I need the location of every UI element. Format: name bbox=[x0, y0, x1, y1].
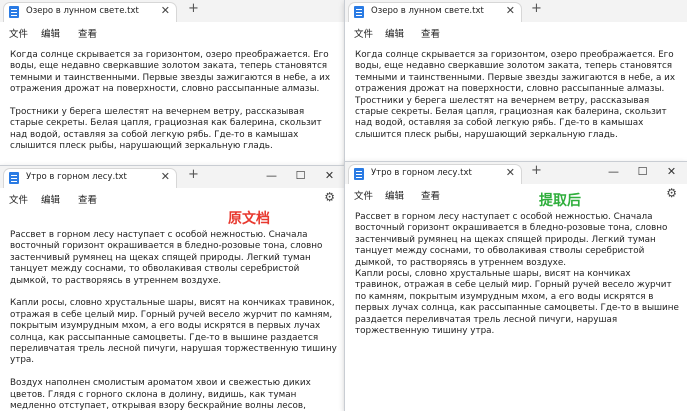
settings-gear-icon[interactable]: ⚙ bbox=[324, 190, 335, 204]
notepad-file-icon bbox=[9, 172, 19, 184]
menu-bar: 文件 编辑 查看 bbox=[0, 22, 345, 42]
menu-bar: 文件 编辑 查看 bbox=[345, 22, 687, 42]
close-tab-icon[interactable]: ✕ bbox=[161, 4, 170, 17]
menu-edit[interactable]: 编辑 bbox=[41, 26, 60, 40]
notepad-window-bottom-right: Утро в горном лесу.txt ✕ + — ☐ ✕ 文件 编辑 查… bbox=[345, 162, 687, 411]
minimize-icon[interactable]: — bbox=[257, 166, 286, 188]
paragraph: Когда солнце скрывается за горизонтом, о… bbox=[10, 50, 331, 95]
menu-file[interactable]: 文件 bbox=[9, 26, 28, 40]
document-tab[interactable]: Озеро в лунном свете.txt ✕ bbox=[349, 3, 521, 22]
notepad-window-top-left: Озеро в лунном свете.txt ✕ + 文件 编辑 查看 Ко… bbox=[0, 0, 345, 170]
menu-bar: 文件 编辑 查看 ⚙ bbox=[345, 184, 687, 204]
title-bar[interactable]: Утро в горном лесу.txt ✕ + — ☐ ✕ bbox=[345, 162, 687, 184]
menu-view[interactable]: 查看 bbox=[78, 192, 97, 206]
document-tab[interactable]: Озеро в лунном свете.txt ✕ bbox=[4, 3, 176, 22]
paragraph: Тростники у берега шелестят на вечернем … bbox=[355, 95, 667, 140]
menu-file[interactable]: 文件 bbox=[354, 26, 373, 40]
document-tab[interactable]: Утро в горном лесу.txt ✕ bbox=[4, 169, 176, 188]
paragraph: Рассвет в горном лесу наступает с особой… bbox=[10, 230, 323, 286]
menu-edit[interactable]: 编辑 bbox=[41, 192, 60, 206]
window-controls: — ☐ ✕ bbox=[599, 162, 687, 184]
paragraph: Капли росы, словно хрустальные шары, вис… bbox=[10, 298, 337, 366]
close-tab-icon[interactable]: ✕ bbox=[506, 166, 515, 179]
notepad-file-icon bbox=[9, 6, 19, 18]
close-tab-icon[interactable]: ✕ bbox=[161, 170, 170, 183]
tab-title: Озеро в лунном свете.txt bbox=[371, 6, 484, 16]
close-window-icon[interactable]: ✕ bbox=[657, 162, 686, 184]
maximize-icon[interactable]: ☐ bbox=[286, 166, 315, 188]
notepad-file-icon bbox=[354, 6, 364, 18]
title-bar[interactable]: Озеро в лунном свете.txt ✕ + bbox=[345, 0, 687, 22]
settings-gear-icon[interactable]: ⚙ bbox=[666, 186, 677, 200]
menu-view[interactable]: 查看 bbox=[421, 188, 440, 202]
new-tab-icon[interactable]: + bbox=[531, 163, 542, 178]
menu-file[interactable]: 文件 bbox=[9, 192, 28, 206]
new-tab-icon[interactable]: + bbox=[188, 167, 199, 182]
notepad-file-icon bbox=[354, 168, 364, 180]
close-tab-icon[interactable]: ✕ bbox=[506, 4, 515, 17]
tab-title: Утро в горном лесу.txt bbox=[371, 168, 472, 178]
tab-title: Утро в горном лесу.txt bbox=[26, 172, 127, 182]
paragraph: Когда солнце скрывается за горизонтом, о… bbox=[355, 50, 676, 95]
new-tab-icon[interactable]: + bbox=[531, 1, 542, 16]
menu-view[interactable]: 查看 bbox=[78, 26, 97, 40]
menu-edit[interactable]: 编辑 bbox=[385, 26, 404, 40]
text-editor[interactable]: Когда солнце скрывается за горизонтом, о… bbox=[0, 44, 345, 170]
menu-edit[interactable]: 编辑 bbox=[385, 188, 404, 202]
close-window-icon[interactable]: ✕ bbox=[315, 166, 344, 188]
tab-title: Озеро в лунном свете.txt bbox=[26, 6, 139, 16]
paragraph: Рассвет в горном лесу наступает с особой… bbox=[355, 212, 668, 268]
document-tab[interactable]: Утро в горном лесу.txt ✕ bbox=[349, 165, 521, 184]
paragraph: Капли росы, словно хрустальные шары, вис… bbox=[355, 269, 679, 337]
menu-view[interactable]: 查看 bbox=[421, 26, 440, 40]
notepad-window-top-right: Озеро в лунном свете.txt ✕ + 文件 编辑 查看 Ко… bbox=[345, 0, 687, 170]
menu-file[interactable]: 文件 bbox=[354, 188, 373, 202]
paragraph: Воздух наполнен смолистым ароматом хвои … bbox=[10, 378, 311, 411]
notepad-window-bottom-left: Утро в горном лесу.txt ✕ + — ☐ ✕ 文件 编辑 查… bbox=[0, 166, 345, 411]
text-editor[interactable]: Рассвет в горном лесу наступает с особой… bbox=[0, 224, 345, 411]
title-bar[interactable]: Озеро в лунном свете.txt ✕ + bbox=[0, 0, 345, 22]
paragraph: Тростники у берега шелестят на вечернем … bbox=[10, 107, 322, 152]
title-bar[interactable]: Утро в горном лесу.txt ✕ + — ☐ ✕ bbox=[0, 166, 345, 188]
window-controls: — ☐ ✕ bbox=[257, 166, 345, 188]
new-tab-icon[interactable]: + bbox=[188, 1, 199, 16]
minimize-icon[interactable]: — bbox=[599, 162, 628, 184]
text-editor[interactable]: Когда солнце скрывается за горизонтом, о… bbox=[345, 44, 687, 170]
maximize-icon[interactable]: ☐ bbox=[628, 162, 657, 184]
menu-bar: 文件 编辑 查看 ⚙ bbox=[0, 188, 345, 208]
text-editor[interactable]: Рассвет в горном лесу наступает с особой… bbox=[345, 206, 687, 411]
